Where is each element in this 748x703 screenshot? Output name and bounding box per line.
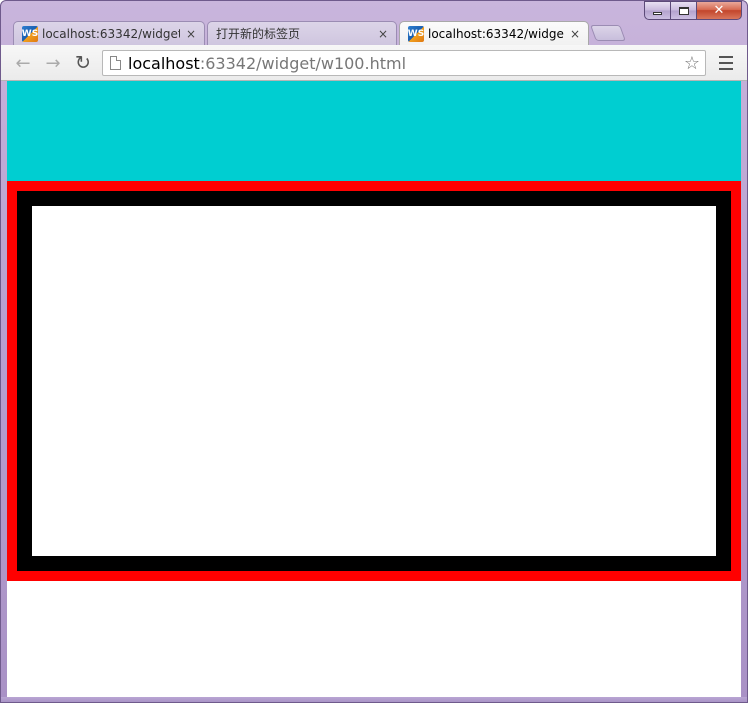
white-content-box — [32, 206, 716, 556]
menu-bar-icon — [719, 68, 733, 70]
tab-title: localhost:63342/widget/ — [42, 26, 180, 41]
forward-button[interactable]: → — [43, 52, 63, 74]
window-controls: ✕ — [644, 1, 742, 21]
tab-strip: WS localhost:63342/widget/ × 打开新的标签页 × W… — [1, 19, 747, 45]
minimize-button[interactable] — [644, 1, 670, 20]
tab-title: localhost:63342/widget/ — [428, 26, 564, 41]
tab-close-icon[interactable]: × — [568, 27, 582, 41]
tab-widget-active[interactable]: WS localhost:63342/widget/ × — [399, 21, 589, 45]
black-bordered-box — [17, 191, 731, 571]
address-bar[interactable]: localhost:63342/widget/w100.html ☆ — [102, 50, 706, 76]
back-arrow-icon: ← — [15, 52, 31, 74]
reload-icon: ↻ — [75, 52, 91, 74]
url-path: :63342/widget/w100.html — [199, 53, 407, 73]
window-bottom-border — [1, 697, 747, 702]
menu-bar-icon — [719, 56, 733, 58]
browser-window: ✕ WS localhost:63342/widget/ × 打开新的标签页 ×… — [0, 0, 748, 703]
webstorm-favicon-icon: WS — [408, 25, 424, 42]
forward-arrow-icon: → — [45, 52, 61, 74]
cyan-header-block — [7, 81, 741, 181]
tab-new-tab-page[interactable]: 打开新的标签页 × — [207, 21, 397, 45]
maximize-button[interactable] — [670, 1, 696, 20]
tab-title: 打开新的标签页 — [216, 27, 301, 41]
webstorm-favicon-icon: WS — [22, 25, 38, 42]
back-button[interactable]: ← — [13, 52, 33, 74]
page-icon — [110, 56, 121, 70]
page-viewport — [7, 81, 741, 697]
tab-close-icon[interactable]: × — [376, 27, 390, 41]
tab-close-icon[interactable]: × — [184, 27, 198, 41]
chrome-menu-button[interactable] — [719, 56, 733, 70]
close-icon: ✕ — [713, 3, 725, 18]
browser-toolbar: ← → ↻ localhost:63342/widget/w100.html ☆ — [1, 45, 747, 81]
url-host: localhost — [128, 53, 200, 73]
reload-button[interactable]: ↻ — [73, 52, 93, 74]
bookmark-star-icon[interactable]: ☆ — [684, 53, 700, 74]
red-bordered-box — [7, 181, 741, 581]
minimize-icon — [653, 12, 662, 15]
menu-bar-icon — [719, 62, 733, 64]
maximize-icon — [678, 6, 689, 15]
new-tab-button[interactable] — [590, 25, 626, 41]
url-text[interactable]: localhost:63342/widget/w100.html — [128, 54, 406, 73]
close-window-button[interactable]: ✕ — [696, 1, 742, 20]
tab-widget-1[interactable]: WS localhost:63342/widget/ × — [13, 21, 205, 45]
